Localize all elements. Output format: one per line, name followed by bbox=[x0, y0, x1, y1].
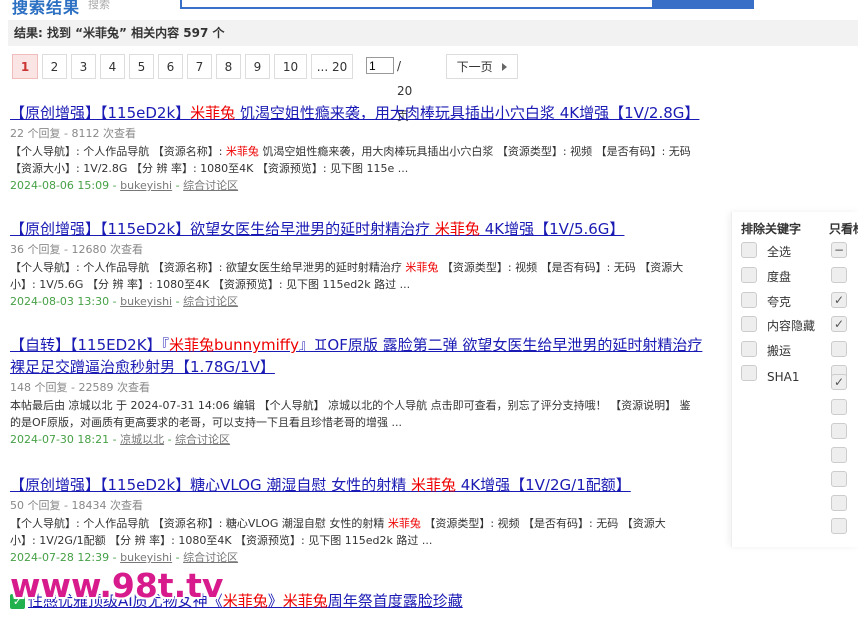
result-footer: 2024-08-03 13:30 - bukeyishi - 综合讨论区 bbox=[10, 295, 239, 308]
result-desc-2: 【资源大小】: 1V/2.8G 【分 辨 率】: 1080至4K 【资源预览】:… bbox=[10, 162, 409, 175]
result-footer: 2024-08-06 15:09 - bukeyishi - 综合讨论区 bbox=[10, 179, 239, 192]
filter-panel: 排除关键字 只看标 全选 度盘 夸克 内容隐藏 搬运 SHA1 − ✓ ✓ ✓ bbox=[731, 212, 858, 547]
page-8[interactable]: 8 bbox=[216, 54, 241, 79]
exclude-checkbox-hidden[interactable] bbox=[741, 316, 757, 332]
only-checkbox[interactable] bbox=[831, 267, 847, 283]
only-checkbox[interactable]: − bbox=[831, 242, 847, 258]
forum-link[interactable]: 综合讨论区 bbox=[183, 179, 238, 192]
exclude-checkbox-sha1[interactable] bbox=[741, 365, 757, 381]
result-title[interactable]: 【自转】【115ED2K】『米菲兔bunnymiffy』♊OF原版 露脸第二弹 … bbox=[10, 334, 730, 356]
only-checkbox[interactable]: ✓ bbox=[831, 292, 847, 308]
only-checkbox[interactable] bbox=[831, 447, 847, 463]
page-last[interactable]: ... 20 bbox=[311, 54, 353, 79]
exclude-label: 全选 bbox=[767, 245, 792, 259]
exclude-label: 度盘 bbox=[767, 270, 792, 284]
only-show-heading: 只看标 bbox=[829, 222, 858, 236]
result-summary: 结果: 找到 “米菲兔” 相关内容 597 个 bbox=[8, 20, 858, 46]
result-meta: 22 个回复 - 8112 次查看 bbox=[10, 127, 136, 140]
result-title[interactable]: 【原创增强】【115eD2k】欲望女医生给早泄男的延时射精治疗 米菲兔 4K增强… bbox=[10, 218, 730, 240]
exclude-checkbox-baidu[interactable] bbox=[741, 267, 757, 283]
search-input[interactable] bbox=[180, 0, 654, 9]
result-footer: 2024-07-30 18:21 - 凉城以北 - 综合讨论区 bbox=[10, 433, 231, 446]
top-header: 搜索结果 搜索 bbox=[0, 0, 858, 17]
page-2[interactable]: 2 bbox=[42, 54, 67, 79]
result-title[interactable]: 【原创增强】【115eD2k】米菲兔 饥渴空姐性瘾来袭，用大肉棒玩具插出小穴白浆… bbox=[10, 102, 730, 124]
author-link[interactable]: bukeyishi bbox=[120, 551, 172, 564]
page-1[interactable]: 1 bbox=[12, 54, 38, 79]
result-desc: 【个人导航】: 个人作品导航 【资源名称】: 米菲兔 饥渴空姐性瘾来袭，用大肉棒… bbox=[10, 145, 691, 158]
exclude-label: 夸克 bbox=[767, 295, 792, 309]
author-link[interactable]: bukeyishi bbox=[120, 295, 172, 308]
result-title-line2[interactable]: 裸足足交蹭逼治愈秒射男【1.78G/1V】 bbox=[10, 356, 730, 378]
result-desc: 本帖最后由 凉城以北 于 2024-07-31 14:06 编辑 【个人导航】 … bbox=[10, 399, 691, 412]
forum-link[interactable]: 综合讨论区 bbox=[183, 295, 238, 308]
search-button[interactable] bbox=[652, 0, 754, 9]
result-meta: 36 个回复 - 12680 次查看 bbox=[10, 243, 143, 256]
next-page-button[interactable]: 下一页 bbox=[446, 54, 518, 79]
page-3[interactable]: 3 bbox=[71, 54, 96, 79]
site-logo[interactable]: 搜索结果 bbox=[12, 0, 80, 18]
caret-right-icon bbox=[502, 63, 508, 71]
exclude-label: SHA1 bbox=[767, 370, 800, 384]
result-meta: 50 个回复 - 18434 次查看 bbox=[10, 499, 143, 512]
result-title[interactable]: 【原创增强】【115eD2k】糖心VLOG 潮湿自慰 女性的射精 米菲兔 4K增… bbox=[10, 474, 730, 496]
result-item: 【原创增强】【115eD2k】米菲兔 饥渴空姐性瘾来袭，用大肉棒玩具插出小穴白浆… bbox=[10, 102, 730, 194]
page-jump-input[interactable] bbox=[366, 57, 394, 74]
only-checkbox[interactable]: ✓ bbox=[831, 316, 847, 332]
page-5[interactable]: 5 bbox=[129, 54, 154, 79]
result-footer: 2024-07-28 12:39 - bukeyishi - 综合讨论区 bbox=[10, 551, 239, 564]
only-checkbox[interactable] bbox=[831, 495, 847, 511]
only-checkbox[interactable] bbox=[831, 399, 847, 415]
exclude-checkbox-repost[interactable] bbox=[741, 341, 757, 357]
author-link[interactable]: 凉城以北 bbox=[120, 433, 164, 446]
page-4[interactable]: 4 bbox=[100, 54, 125, 79]
next-page-label: 下一页 bbox=[456, 60, 493, 74]
page-6[interactable]: 6 bbox=[158, 54, 183, 79]
forum-link[interactable]: 综合讨论区 bbox=[175, 433, 230, 446]
result-desc: 【个人导航】: 个人作品导航 【资源名称】: 欲望女医生给早泄男的延时射精治疗 … bbox=[10, 261, 684, 274]
only-checkbox[interactable] bbox=[831, 518, 847, 534]
exclude-checkbox-quark[interactable] bbox=[741, 292, 757, 308]
result-desc-2: 小】: 1V/5.6G 【分 辨 率】: 1080至4K 【资源预览】: 见下图… bbox=[10, 278, 411, 291]
exclude-keywords-heading: 排除关键字 bbox=[741, 222, 802, 236]
only-checkbox[interactable] bbox=[831, 471, 847, 487]
only-checkbox[interactable] bbox=[831, 423, 847, 439]
result-item: 【自转】【115ED2K】『米菲兔bunnymiffy』♊OF原版 露脸第二弹 … bbox=[10, 334, 730, 448]
exclude-label: 搬运 bbox=[767, 344, 792, 358]
logo-sub: 搜索 bbox=[88, 0, 110, 11]
result-item: 【原创增强】【115eD2k】糖心VLOG 潮湿自慰 女性的射精 米菲兔 4K增… bbox=[10, 474, 730, 566]
page-9[interactable]: 9 bbox=[245, 54, 270, 79]
forum-link[interactable]: 综合讨论区 bbox=[183, 551, 238, 564]
result-meta: 148 个回复 - 22589 次查看 bbox=[10, 381, 150, 394]
result-item: 【原创增强】【115eD2k】欲望女医生给早泄男的延时射精治疗 米菲兔 4K增强… bbox=[10, 218, 730, 310]
watermark-logo: www.98t.tv bbox=[10, 566, 224, 605]
result-desc-2: 小】: 1V/2G/1配额 【分 辨 率】: 1080至4K 【资源预览】: 见… bbox=[10, 534, 433, 547]
only-checkbox[interactable]: ✓ bbox=[831, 374, 847, 390]
only-checkbox[interactable] bbox=[831, 341, 847, 357]
page-10[interactable]: 10 bbox=[274, 54, 307, 79]
page-7[interactable]: 7 bbox=[187, 54, 212, 79]
result-desc: 【个人导航】: 个人作品导航 【资源名称】: 糖心VLOG 潮湿自慰 女性的射精… bbox=[10, 517, 666, 530]
result-desc-2: 的是OF原版，对画质有更高要求的老哥，可以支持一下且看且珍惜老哥的增强 ... bbox=[10, 416, 402, 429]
author-link[interactable]: bukeyishi bbox=[120, 179, 172, 192]
exclude-checkbox-all[interactable] bbox=[741, 242, 757, 258]
exclude-label: 内容隐藏 bbox=[767, 319, 816, 333]
